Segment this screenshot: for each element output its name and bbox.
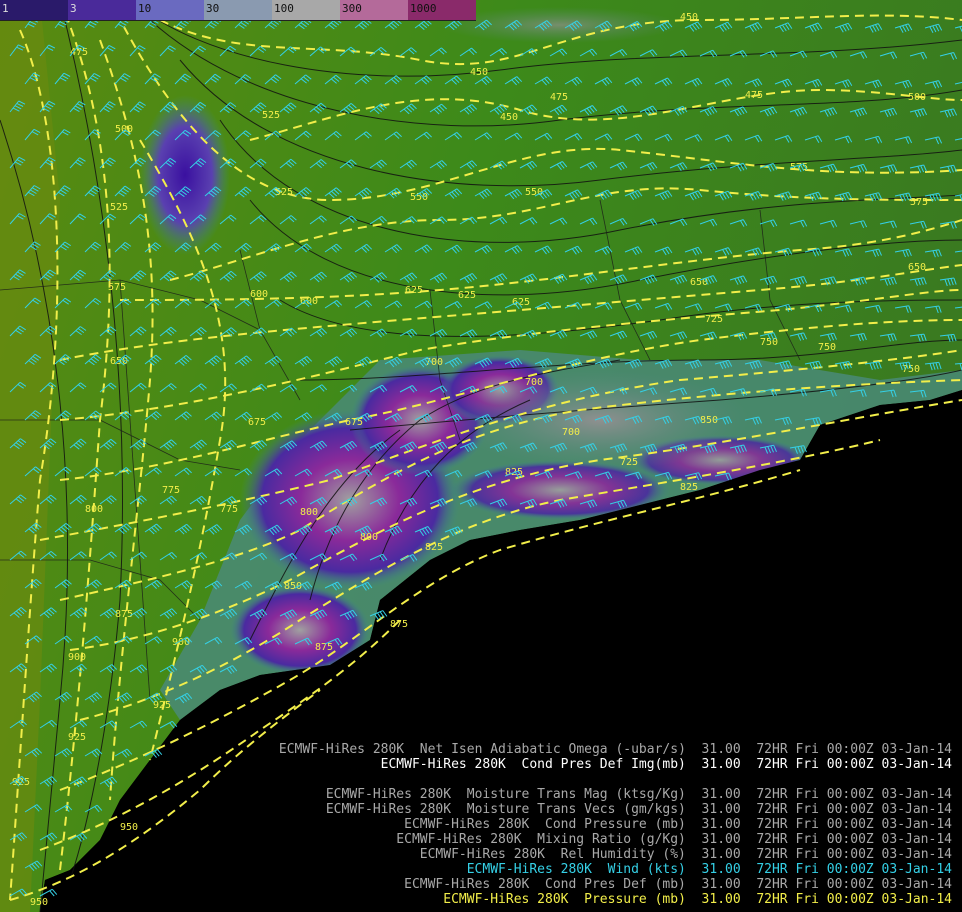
color-scale-segment: 10 — [136, 0, 204, 20]
color-scale-segment: 30 — [204, 0, 272, 20]
contour-label: 625 — [458, 290, 476, 301]
contour-label: 850 — [700, 415, 718, 426]
contour-label: 950 — [120, 822, 138, 833]
contour-label: 775 — [220, 504, 238, 515]
contour-label: 850 — [284, 581, 302, 592]
contour-label: 525 — [262, 110, 280, 121]
legend-line: ECMWF-HiRes 280K Pressure (mb) 31.00 72H… — [443, 892, 952, 907]
contour-label: 750 — [818, 342, 836, 353]
weather-map: 450450450475475475 500500525525525 550 5505… — [0, 0, 962, 912]
contour-label: 800 — [85, 504, 103, 515]
contour-label: 625 — [405, 285, 423, 296]
legend-line: ECMWF-HiRes 280K Cond Pres Def Img(mb) 3… — [380, 757, 952, 772]
contour-label: 450 — [680, 12, 698, 23]
color-scale-segment: 1000 — [408, 0, 476, 20]
contour-label: 775 — [162, 485, 180, 496]
color-scale-label: 100 — [274, 2, 294, 15]
contour-label: 650 — [908, 262, 926, 273]
color-scale-label: 1000 — [410, 2, 437, 15]
contour-label: 675 — [248, 417, 266, 428]
legend-line: ECMWF-HiRes 280K Net Isen Adiabatic Omeg… — [278, 742, 952, 757]
contour-label: 800 — [300, 507, 318, 518]
contour-label: 750 — [902, 364, 920, 375]
contour-label: 450 — [470, 67, 488, 78]
contour-label: 700 — [525, 377, 543, 388]
contour-label: 700 — [562, 427, 580, 438]
contour-label: 725 — [620, 457, 638, 468]
contour-label: 450 — [500, 112, 518, 123]
contour-label: 525 — [110, 202, 128, 213]
color-scale-label: 30 — [206, 2, 220, 15]
contour-label: 875 — [115, 609, 133, 620]
contour-label: 900 — [68, 652, 86, 663]
contour-label: 825 — [680, 482, 698, 493]
contour-label: 750 — [760, 337, 778, 348]
contour-label: 575 — [910, 197, 928, 208]
contour-label: 600 — [300, 296, 318, 307]
contour-label: 875 — [390, 619, 408, 630]
contour-label: 875 — [315, 642, 333, 653]
legend-line: ECMWF-HiRes 280K Mixing Ratio (g/Kg) 31.… — [396, 832, 952, 847]
contour-label: 925 — [68, 732, 86, 743]
contour-label: 825 — [425, 542, 443, 553]
contour-label: 475 — [550, 92, 568, 103]
contour-label: 500 — [908, 92, 926, 103]
contour-label: 950 — [30, 897, 48, 908]
contour-label: 475 — [745, 90, 763, 101]
color-scale-label: 300 — [342, 2, 362, 15]
color-scale-segment: 3 — [68, 0, 136, 20]
gray-zone — [440, 7, 680, 43]
color-scale-label: 3 — [70, 2, 77, 15]
contour-label: 900 — [172, 637, 190, 648]
legend-line: ECMWF-HiRes 280K Cond Pressure (mb) 31.0… — [404, 817, 952, 832]
contour-label: 675 — [345, 417, 363, 428]
legend-line: ECMWF-HiRes 280K Moisture Trans Mag (kts… — [325, 787, 952, 802]
contour-label: 725 — [705, 314, 723, 325]
contour-label: 600 — [250, 289, 268, 300]
contour-label: 550 — [525, 187, 543, 198]
color-scale-bar: 1 3 10 30 100 300 1000 — [0, 0, 476, 21]
contour-label: 575 — [108, 282, 126, 293]
color-scale-segment: 300 — [340, 0, 408, 20]
legend-line: ECMWF-HiRes 280K Wind (kts) 31.00 72HR F… — [466, 862, 952, 877]
color-scale-label: 10 — [138, 2, 152, 15]
color-scale-segment: 100 — [272, 0, 340, 20]
weather-map-display: 450 450 450 475 475 475 500 500 525 525 525 550 550 5… — [0, 0, 962, 912]
color-scale-segment: 1 — [0, 0, 68, 20]
legend-line: ECMWF-HiRes 280K Cond Pres Def (mb) 31.0… — [404, 877, 952, 892]
legend-line: ECMWF-HiRes 280K Rel Humidity (%) 31.00 … — [419, 847, 952, 862]
contour-label: 925 — [153, 700, 171, 711]
legend-line: ECMWF-HiRes 280K Moisture Trans Vecs (gm… — [325, 802, 952, 817]
color-scale-label: 1 — [2, 2, 9, 15]
